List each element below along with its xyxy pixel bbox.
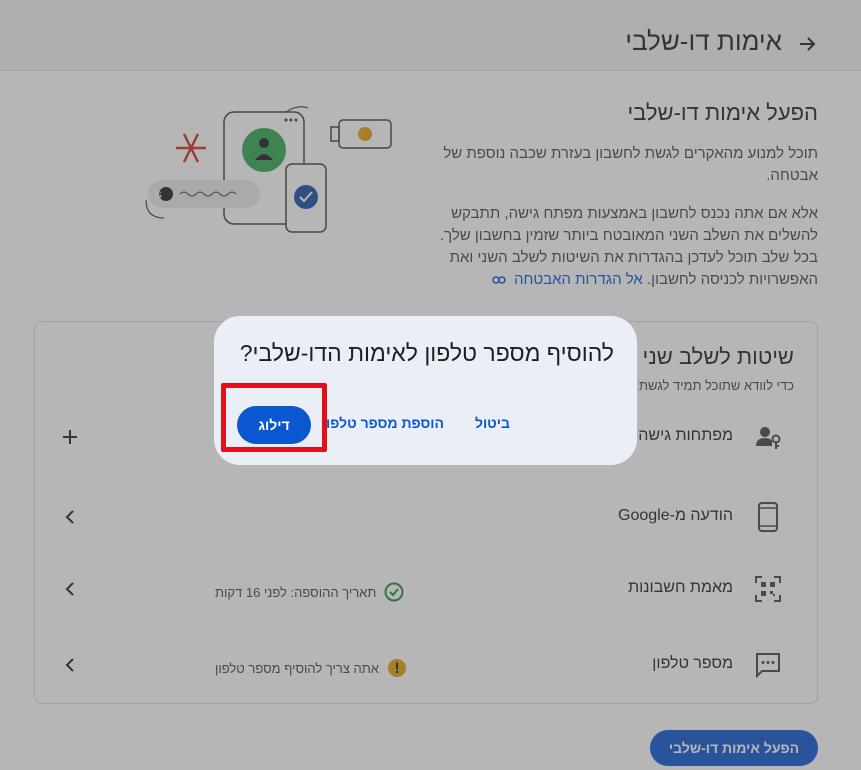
add-phone-number-button[interactable]: הוספת מספר טלפון xyxy=(322,415,444,431)
two-step-verification-page: אימות דו-שלבי הפעל אימות דו-שלבי תוכל למ… xyxy=(0,0,861,770)
cancel-button[interactable]: ביטול xyxy=(475,415,510,431)
dialog-title: להוסיף מספר טלפון לאימות הדו-שלבי? xyxy=(239,340,614,366)
add-phone-dialog: להוסיף מספר טלפון לאימות הדו-שלבי? ביטול… xyxy=(214,316,637,465)
skip-button[interactable]: דילוג xyxy=(237,406,311,444)
